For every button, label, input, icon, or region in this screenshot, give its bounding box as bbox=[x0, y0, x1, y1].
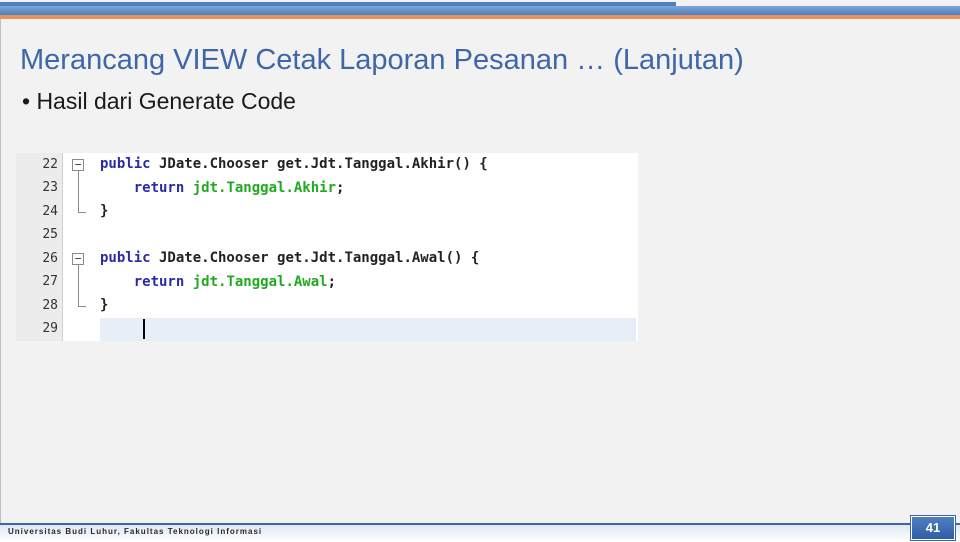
line-number: 29 bbox=[42, 321, 58, 336]
code-field: jdt.Tanggal.Akhir bbox=[192, 179, 337, 196]
text-caret bbox=[143, 319, 145, 339]
code-keyword: return bbox=[133, 179, 185, 196]
line-number: 22 bbox=[42, 157, 58, 172]
code-line[interactable]: } bbox=[100, 294, 636, 318]
line-number: 26 bbox=[42, 251, 58, 266]
code-line-current[interactable] bbox=[100, 317, 636, 341]
collapse-fold-icon[interactable]: − bbox=[72, 159, 84, 171]
fold-end-marker bbox=[78, 212, 86, 213]
code-line[interactable]: } bbox=[100, 200, 636, 224]
collapse-fold-icon[interactable]: − bbox=[72, 253, 84, 265]
code-text: JDate.Chooser get.Jdt.Tanggal.Akhir() { bbox=[150, 156, 488, 172]
code-text: } bbox=[100, 297, 109, 313]
code-line[interactable]: public JDate.Chooser get.Jdt.Tanggal.Awa… bbox=[100, 247, 636, 271]
page-number-badge: 41 bbox=[911, 516, 955, 540]
code-keyword: public bbox=[100, 156, 151, 172]
fold-end-marker bbox=[78, 306, 86, 307]
slide-title: Merancang VIEW Cetak Laporan Pesanan … (… bbox=[20, 44, 744, 76]
line-number: 27 bbox=[42, 274, 58, 289]
code-text: } bbox=[100, 203, 109, 219]
line-number: 24 bbox=[42, 204, 58, 219]
code-editor[interactable]: 22 23 24 25 26 27 28 29 − − public JDate… bbox=[16, 153, 638, 341]
code-tail: ; bbox=[327, 273, 337, 290]
bullet-text: • Hasil dari Generate Code bbox=[22, 88, 296, 114]
code-tail: ; bbox=[336, 179, 345, 196]
top-decoration-bar bbox=[0, 0, 960, 20]
code-line[interactable] bbox=[100, 224, 636, 248]
footer-text: Universitas Budi Luhur, Fakultas Teknolo… bbox=[8, 527, 263, 536]
code-line[interactable]: return jdt.Tanggal.Awal; bbox=[100, 271, 636, 295]
fold-guide-line bbox=[78, 265, 79, 306]
code-field: jdt.Tanggal.Awal bbox=[192, 273, 328, 290]
code-line[interactable]: public JDate.Chooser get.Jdt.Tanggal.Akh… bbox=[100, 153, 636, 177]
code-line[interactable]: return jdt.Tanggal.Akhir; bbox=[100, 177, 636, 201]
top-blue-band bbox=[0, 6, 960, 15]
code-text: JDate.Chooser get.Jdt.Tanggal.Awal() { bbox=[150, 250, 480, 266]
line-number: 25 bbox=[42, 227, 58, 242]
fold-guide-line bbox=[78, 171, 79, 212]
line-number: 28 bbox=[42, 298, 58, 313]
code-keyword: public bbox=[100, 250, 151, 266]
line-number: 23 bbox=[42, 180, 58, 195]
top-orange-band bbox=[0, 15, 960, 19]
code-keyword: return bbox=[133, 273, 185, 290]
left-border-line bbox=[0, 19, 1, 540]
